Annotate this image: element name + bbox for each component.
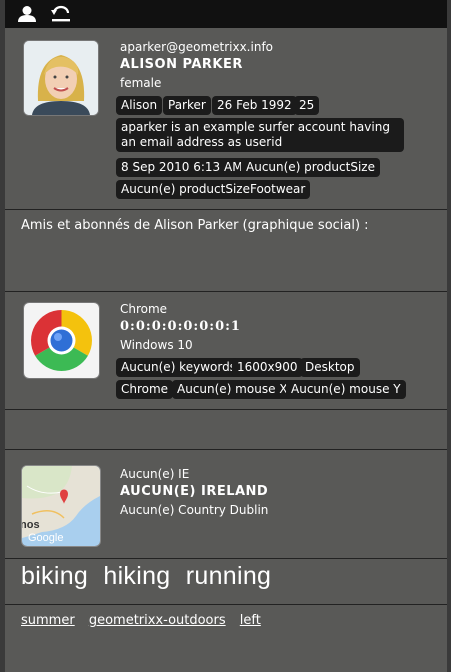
- map-place-text: nos: [22, 519, 40, 531]
- avatar: [23, 40, 99, 116]
- profile-gender: female: [120, 76, 162, 90]
- chip-product-size: Aucun(e) productSize: [241, 158, 380, 177]
- chip-resolution: 1600x900: [232, 358, 303, 377]
- user-icon[interactable]: [16, 5, 38, 23]
- chip-description: aparker is an example surfer account hav…: [116, 118, 404, 152]
- profile-email: aparker@geometrixx.info: [120, 40, 274, 54]
- profile-name: ALISON PARKER: [120, 57, 243, 72]
- context-hub-panel: aparker@geometrixx.info ALISON PARKER fe…: [5, 0, 447, 672]
- interest-tag-cloud: biking hiking running: [21, 562, 279, 591]
- os-name: Windows 10: [120, 338, 193, 352]
- chip-age: 25: [294, 96, 320, 115]
- undo-icon[interactable]: [49, 5, 71, 23]
- chip-keywords: Aucun(e) keywords: [116, 358, 241, 377]
- ip-address: 0:0:0:0:0:0:0:1: [120, 319, 241, 334]
- chip-birthday: 26 Feb 1992: [212, 96, 297, 115]
- link-geometrixx-outdoors[interactable]: geometrixx-outdoors: [89, 613, 226, 628]
- google-logo: Google: [28, 532, 63, 544]
- interest-tag: biking: [21, 562, 89, 590]
- location-country: AUCUN(E) IRELAND: [120, 484, 269, 499]
- link-left[interactable]: left: [240, 613, 261, 628]
- browser-name: Chrome: [120, 302, 168, 316]
- chip-mouse-x: Aucun(e) mouse X: [172, 380, 293, 399]
- divider: [5, 604, 447, 605]
- toolbar: [5, 0, 447, 28]
- link-summer[interactable]: summer: [21, 613, 75, 628]
- chip-first-name: Alison: [116, 96, 163, 115]
- chrome-logo-icon: [23, 302, 100, 379]
- interest-tag: hiking: [103, 562, 171, 590]
- location-map[interactable]: nos Google: [21, 465, 101, 547]
- location-city: Aucun(e) Country Dublin: [120, 503, 269, 517]
- divider: [5, 558, 447, 559]
- chip-signup-date: 8 Sep 2010 6:13 AM: [116, 158, 248, 177]
- chip-device-type: Desktop: [300, 358, 360, 377]
- location-country-code: Aucun(e) IE: [120, 467, 190, 481]
- social-graph-label: Amis et abonnés de Alison Parker (graphi…: [21, 218, 369, 233]
- segment-links: summer geometrixx-outdoors left: [21, 613, 271, 628]
- chip-browser: Chrome: [116, 380, 174, 399]
- divider: [5, 209, 447, 210]
- divider: [5, 449, 447, 450]
- interest-tag: running: [185, 562, 272, 590]
- divider: [5, 291, 447, 292]
- chip-last-name: Parker: [163, 96, 211, 115]
- divider: [5, 409, 447, 410]
- chip-product-size-footwear: Aucun(e) productSizeFootwear: [116, 180, 311, 199]
- chip-mouse-y: Aucun(e) mouse Y: [286, 380, 406, 399]
